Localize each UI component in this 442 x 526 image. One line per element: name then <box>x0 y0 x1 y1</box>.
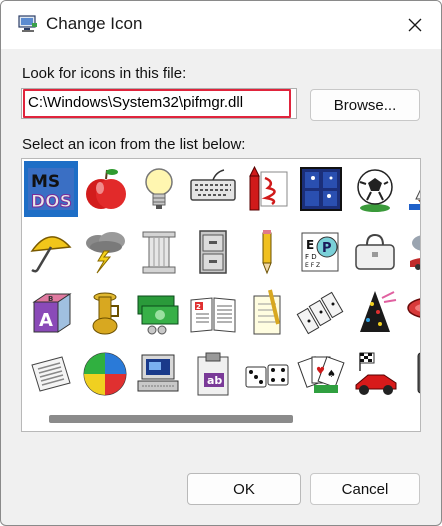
dominoes-icon <box>296 291 344 335</box>
umbrella-icon <box>30 236 72 273</box>
file-cabinet-icon <box>199 230 227 274</box>
icon-item-computer[interactable] <box>132 346 186 402</box>
icon-item-sailboat[interactable] <box>402 161 420 217</box>
svg-text:MS: MS <box>31 172 60 192</box>
icon-list[interactable]: MS DOS E F D E F Z P A B 2 ab ♥ ♠ <box>21 158 421 432</box>
icon-item-rain-cloud[interactable] <box>402 224 420 280</box>
raft-icon <box>407 298 420 318</box>
icon-item-raft[interactable] <box>402 285 420 341</box>
keyboard-icon <box>190 169 236 201</box>
icon-item-money[interactable] <box>132 285 186 341</box>
beach-ball-icon <box>83 352 127 396</box>
clipboard-icon: ab <box>197 352 229 396</box>
icon-item-file-cabinet[interactable] <box>186 224 240 280</box>
svg-text:A: A <box>39 310 53 331</box>
sailboat-icon <box>409 189 420 210</box>
file-path-input[interactable]: C:\Windows\System32\pifmgr.dll <box>21 88 297 119</box>
window-icon <box>300 167 342 211</box>
rain-cloud-icon <box>410 235 420 270</box>
icon-item-clipboard[interactable]: ab <box>186 346 240 402</box>
icon-item-dice[interactable] <box>240 346 294 402</box>
apple-icon <box>86 169 126 209</box>
icon-item-pencil[interactable] <box>240 224 294 280</box>
alphabet-block-icon: A B <box>32 293 72 333</box>
icon-item-race-car[interactable] <box>348 346 402 402</box>
svg-text:♥: ♥ <box>316 366 325 377</box>
icon-item-ms-dos[interactable]: MS DOS <box>24 161 78 217</box>
close-icon <box>408 18 422 32</box>
icon-item-book[interactable]: 2 <box>186 285 240 341</box>
icon-item-dominoes[interactable] <box>294 285 348 341</box>
icon-item-column[interactable] <box>132 224 186 280</box>
svg-text:♠: ♠ <box>327 369 336 380</box>
file-path-value: C:\Windows\System32\pifmgr.dll <box>28 94 244 111</box>
svg-text:E F Z: E F Z <box>305 262 320 269</box>
notepad-icon <box>253 289 281 335</box>
column-icon <box>142 231 176 274</box>
dice-icon <box>245 364 289 388</box>
scrollbar-thumb[interactable] <box>49 415 293 423</box>
icon-item-beach-ball[interactable] <box>78 346 132 402</box>
title-bar: Change Icon <box>1 1 441 49</box>
crayon-icon <box>249 165 288 211</box>
icon-item-newspaper[interactable] <box>24 346 78 402</box>
eye-chart-icon: E F D E F Z P <box>301 232 339 272</box>
horizontal-scrollbar[interactable] <box>23 409 419 429</box>
cancel-button[interactable]: Cancel <box>310 473 420 505</box>
icon-item-playing-cards[interactable]: ♥ ♠ <box>294 346 348 402</box>
svg-text:F D: F D <box>305 253 317 261</box>
icon-item-keyboard[interactable] <box>186 161 240 217</box>
icon-item-eye-chart[interactable]: E F D E F Z P <box>294 224 348 280</box>
svg-text:ab: ab <box>207 374 222 387</box>
icon-item-tuba[interactable] <box>78 285 132 341</box>
money-icon <box>137 295 179 335</box>
window-title: Change Icon <box>46 14 143 33</box>
svg-text:B: B <box>48 295 53 303</box>
icon-item-crayon[interactable] <box>240 161 294 217</box>
newspaper-icon <box>31 356 71 392</box>
icon-item-lightbulb[interactable] <box>132 161 186 217</box>
tuba-icon <box>92 292 119 335</box>
storm-cloud-icon <box>86 232 125 274</box>
svg-text:DOS: DOS <box>31 192 72 212</box>
monitor-icon <box>18 15 38 33</box>
playing-cards-icon: ♥ ♠ <box>297 356 345 393</box>
computer-icon <box>137 354 179 392</box>
icon-item-bag[interactable] <box>348 224 402 280</box>
svg-text:P: P <box>322 241 332 256</box>
icon-item-alphabet-block[interactable]: A B <box>24 285 78 341</box>
lightbulb-icon <box>145 168 173 209</box>
bag-icon <box>355 233 395 270</box>
ms-dos-icon: MS DOS <box>28 168 74 213</box>
traffic-light-icon <box>417 352 420 394</box>
icon-item-party-hat[interactable] <box>348 285 402 341</box>
icon-item-notepad[interactable] <box>240 285 294 341</box>
icon-list-label: Select an icon from the list below: <box>22 136 246 153</box>
close-button[interactable] <box>395 7 435 43</box>
pencil-icon <box>262 230 272 275</box>
race-car-icon <box>355 352 397 395</box>
svg-text:2: 2 <box>196 303 201 311</box>
icon-item-umbrella[interactable] <box>24 224 78 280</box>
icon-item-traffic-light[interactable] <box>402 346 420 402</box>
browse-button[interactable]: Browse... <box>310 89 420 121</box>
ok-button[interactable]: OK <box>187 473 301 505</box>
change-icon-dialog: Change Icon Look for icons in this file:… <box>0 0 442 526</box>
icon-item-soccer-ball[interactable] <box>348 161 402 217</box>
book-icon: 2 <box>190 297 236 333</box>
icon-item-storm-cloud[interactable] <box>78 224 132 280</box>
icon-item-apple[interactable] <box>78 161 132 217</box>
svg-text:E: E <box>306 238 314 252</box>
soccer-ball-icon <box>357 169 393 212</box>
file-label: Look for icons in this file: <box>22 65 187 82</box>
icon-item-window[interactable] <box>294 161 348 217</box>
party-hat-icon <box>360 291 397 332</box>
